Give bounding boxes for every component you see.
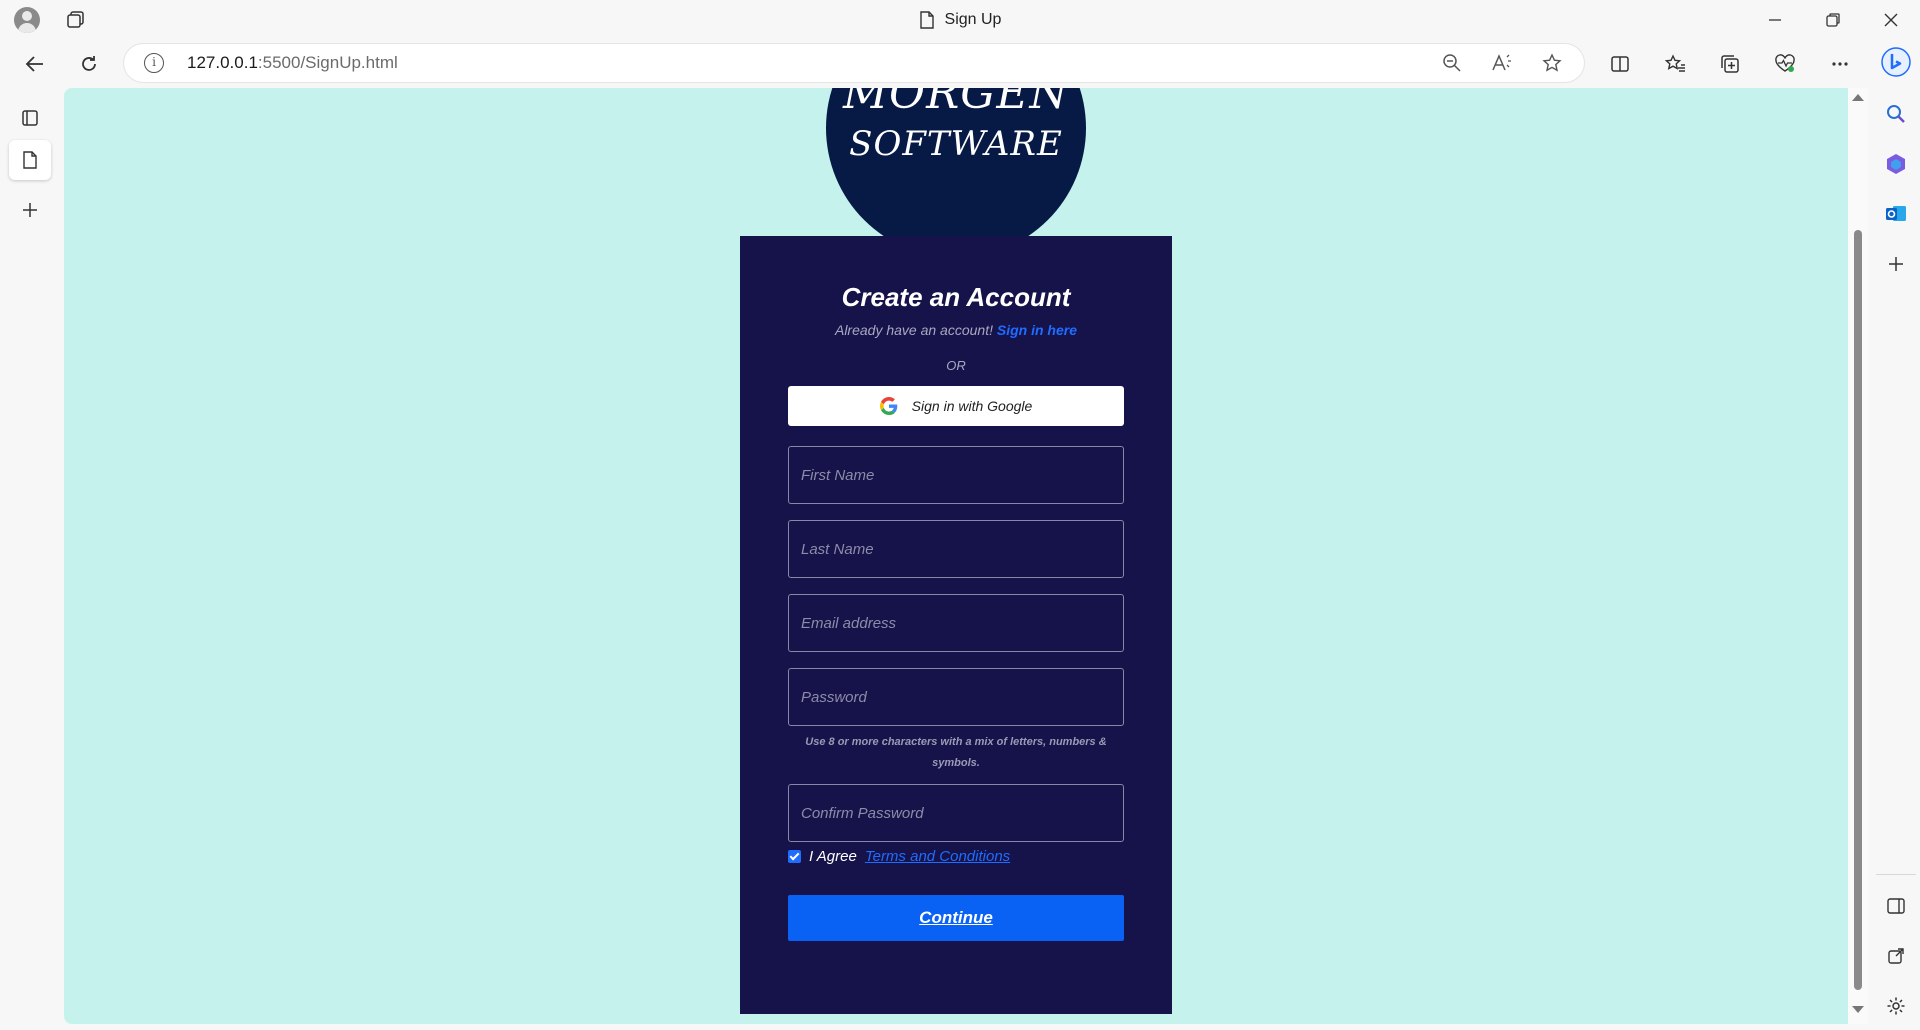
password-hint: Use 8 or more characters with a mix of l…	[805, 736, 1107, 769]
search-icon	[1887, 105, 1905, 123]
terms-agree-row: I Agree Terms and Conditions	[788, 848, 1010, 865]
heart-pulse-icon	[1775, 54, 1795, 72]
split-screen-icon	[1611, 56, 1629, 72]
email-field[interactable]	[788, 594, 1124, 652]
company-logo: MORGEN SOFTWARE	[826, 88, 1086, 258]
tab-sign-up[interactable]	[9, 140, 51, 180]
read-aloud-icon[interactable]	[1490, 51, 1514, 75]
copilot-button[interactable]	[1880, 46, 1912, 78]
sidebar-divider	[1876, 874, 1916, 875]
password-input[interactable]	[789, 669, 1123, 725]
terms-link[interactable]: Terms and Conditions	[865, 848, 1010, 865]
new-tab-button[interactable]	[9, 190, 51, 230]
page-scrollbar[interactable]	[1848, 88, 1868, 1024]
favorites-list-icon	[1664, 54, 1685, 72]
favorites-button[interactable]	[1658, 48, 1692, 80]
restore-icon	[1826, 13, 1840, 27]
page-viewport: MORGEN SOFTWARE Create an Account Alread…	[64, 88, 1848, 1024]
tab-title: Sign Up	[944, 11, 1002, 28]
confirm-password-field[interactable]	[788, 784, 1124, 842]
page-title: Create an Account	[841, 282, 1071, 312]
google-icon	[879, 397, 897, 415]
window-title: Sign Up	[0, 0, 1920, 40]
back-button[interactable]	[18, 48, 52, 80]
tab-panel-icon	[22, 110, 38, 126]
collections-button[interactable]	[1713, 48, 1747, 80]
last-name-field[interactable]	[788, 520, 1124, 578]
password-field[interactable]	[788, 668, 1124, 726]
or-divider: OR	[946, 358, 966, 373]
scrollbar-thumb[interactable]	[1854, 230, 1862, 990]
collections-icon	[1721, 55, 1739, 73]
plus-icon	[1889, 257, 1903, 271]
refresh-button[interactable]	[72, 48, 106, 80]
close-icon	[1884, 13, 1898, 27]
gear-icon	[1887, 997, 1905, 1015]
google-sign-in-button[interactable]: Sign in with Google	[788, 386, 1124, 426]
google-button-label: Sign in with Google	[911, 398, 1033, 414]
last-name-input[interactable]	[789, 521, 1123, 577]
page-icon	[919, 11, 934, 29]
logo-line-1: MORGEN	[842, 88, 1070, 119]
confirm-password-input[interactable]	[789, 785, 1123, 841]
agree-label: I Agree	[809, 848, 857, 865]
hide-sidebar-button[interactable]	[1880, 890, 1912, 922]
open-external-button[interactable]	[1880, 940, 1912, 972]
favorite-star-icon[interactable]	[1540, 51, 1564, 75]
outlook-icon	[1886, 206, 1906, 221]
copilot-icon	[1881, 47, 1911, 77]
browser-toolbar: i 127.0.0.1:5500/SignUp.html	[0, 40, 1920, 88]
have-account-text: Already have an account!	[834, 322, 993, 338]
tab-actions-menu-button[interactable]	[9, 98, 51, 138]
vertical-tabs-strip	[0, 88, 62, 1030]
first-name-input[interactable]	[789, 447, 1123, 503]
office-icon	[1887, 154, 1905, 174]
edge-sidebar	[1872, 40, 1920, 1030]
page-icon	[23, 151, 37, 169]
office-button[interactable]	[1880, 148, 1912, 180]
site-info-icon[interactable]: i	[144, 53, 164, 73]
split-screen-button[interactable]	[1603, 48, 1637, 80]
more-options-button[interactable]	[1823, 48, 1857, 80]
zoom-out-icon[interactable]	[1440, 51, 1464, 75]
plus-icon	[23, 203, 37, 217]
scroll-down-arrow-icon[interactable]	[1852, 1006, 1864, 1013]
email-input[interactable]	[789, 595, 1123, 651]
continue-button[interactable]: Continue	[788, 895, 1124, 941]
external-link-icon	[1888, 948, 1904, 964]
first-name-field[interactable]	[788, 446, 1124, 504]
close-window-button[interactable]	[1864, 0, 1918, 40]
terms-checkbox[interactable]	[788, 850, 801, 863]
scroll-up-arrow-icon[interactable]	[1852, 94, 1864, 101]
outlook-button[interactable]	[1880, 198, 1912, 230]
minimize-icon	[1769, 19, 1781, 21]
add-sidebar-app-button[interactable]	[1880, 248, 1912, 280]
sign-in-link[interactable]: Sign in here	[997, 322, 1077, 338]
refresh-icon	[82, 56, 96, 71]
back-arrow-icon	[25, 56, 43, 72]
url-text[interactable]: 127.0.0.1:5500/SignUp.html	[187, 53, 398, 73]
sidebar-panel-icon	[1887, 898, 1905, 914]
search-sidebar-button[interactable]	[1880, 98, 1912, 130]
logo-line-2: SOFTWARE	[849, 124, 1063, 164]
have-account-row: Already have an account! Sign in here	[740, 322, 1172, 338]
sidebar-settings-button[interactable]	[1880, 990, 1912, 1022]
signup-card: Create an Account Already have an accoun…	[740, 236, 1172, 1014]
browser-title-bar: Sign Up	[0, 0, 1920, 40]
minimize-button[interactable]	[1748, 0, 1802, 40]
ellipsis-icon	[1832, 62, 1848, 66]
browser-essentials-button[interactable]	[1768, 48, 1802, 80]
address-bar[interactable]: i 127.0.0.1:5500/SignUp.html	[124, 44, 1584, 82]
restore-button[interactable]	[1806, 0, 1860, 40]
